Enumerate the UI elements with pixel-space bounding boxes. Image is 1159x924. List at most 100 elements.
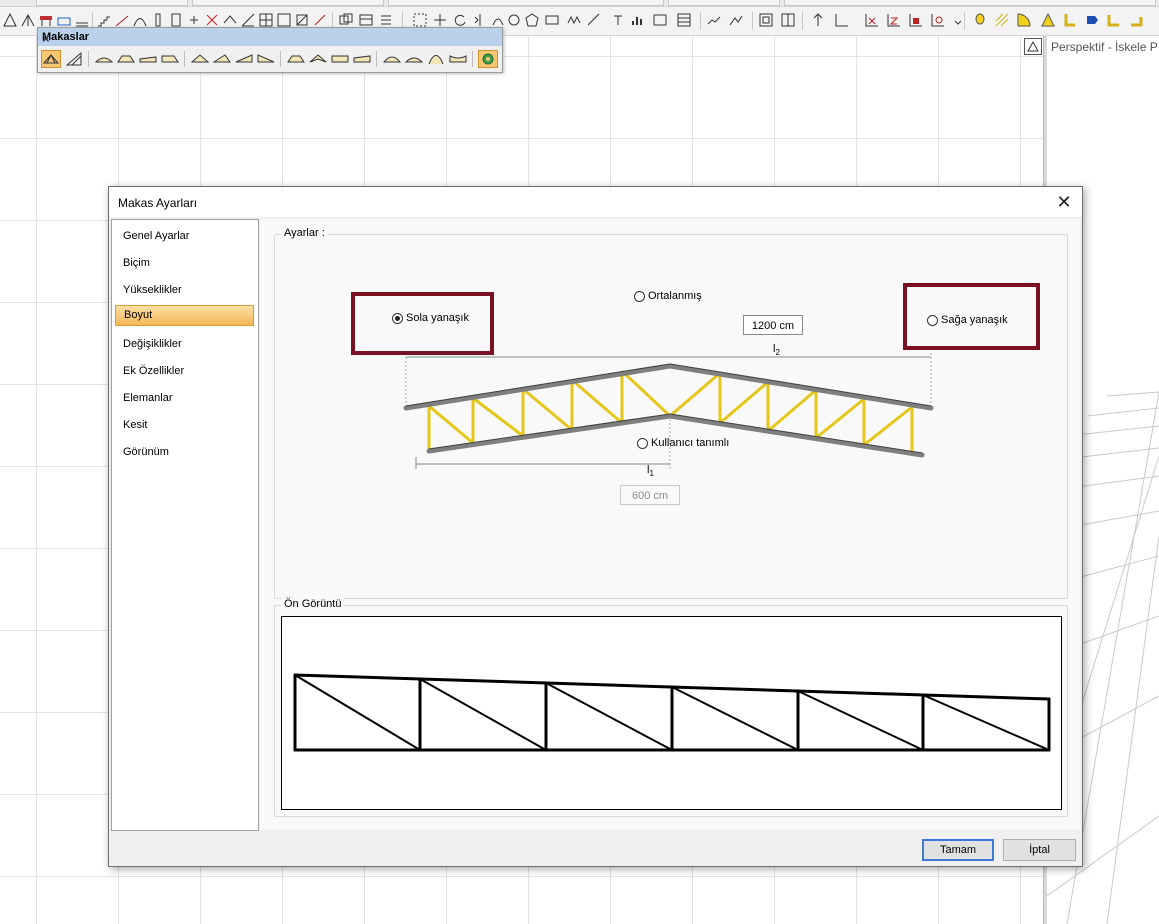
nav-item-yukseklikler[interactable]: Yükseklikler <box>115 280 254 301</box>
select-icon[interactable] <box>412 12 428 28</box>
flag-icon[interactable] <box>1084 12 1100 28</box>
ribbon-tab[interactable] <box>388 0 664 6</box>
kullanici-tanimli-radio[interactable]: Kullanıcı tanımlı <box>637 437 729 449</box>
tamam-button[interactable]: Tamam <box>922 839 994 861</box>
door-tool-icon[interactable] <box>168 12 184 28</box>
truss-type-7-button[interactable] <box>234 50 254 68</box>
arrow-up-icon[interactable] <box>810 12 826 28</box>
saga-yanasik-radio[interactable]: Sağa yanaşık <box>927 314 1008 326</box>
grid-tool-icon[interactable] <box>258 12 274 28</box>
circle-icon[interactable] <box>506 12 522 28</box>
3d-view-icon[interactable] <box>908 12 924 28</box>
polygon-icon[interactable] <box>524 12 540 28</box>
window-frame-icon[interactable] <box>758 12 774 28</box>
mono-truss-button[interactable] <box>64 50 84 68</box>
beam-tool-icon[interactable] <box>38 12 54 28</box>
table-icon[interactable] <box>358 12 374 28</box>
measure-icon[interactable] <box>586 12 602 28</box>
truss-tool-icon[interactable] <box>20 12 36 28</box>
zigzag-icon[interactable] <box>566 12 582 28</box>
profile-icon[interactable] <box>1128 12 1144 28</box>
landscape-icon[interactable] <box>728 12 744 28</box>
quarter-circle-icon[interactable] <box>1016 12 1032 28</box>
truss-shape-icon <box>235 54 253 63</box>
dimension-icon[interactable] <box>652 12 668 28</box>
ribbon-tab[interactable] <box>668 0 780 6</box>
truss-properties-button[interactable] <box>478 50 498 68</box>
nav-item-gorunum[interactable]: Görünüm <box>115 442 254 463</box>
text-tool-icon[interactable] <box>610 12 626 28</box>
ramp-tool-icon[interactable] <box>114 12 130 28</box>
chart-icon[interactable] <box>630 12 646 28</box>
truss-type-11-button[interactable] <box>330 50 350 68</box>
list-icon[interactable] <box>378 12 394 28</box>
warning-icon[interactable] <box>1040 12 1056 28</box>
ribbon-tab[interactable] <box>36 0 188 6</box>
ribbon-tab[interactable] <box>192 0 384 6</box>
nav-item-bicim[interactable]: Biçim <box>115 253 254 274</box>
iptal-button[interactable]: İptal <box>1003 839 1076 861</box>
z-view-icon[interactable] <box>886 12 902 28</box>
toolbar-separator <box>964 12 965 30</box>
truss-type-14-button[interactable] <box>404 50 424 68</box>
brace-tool-icon[interactable] <box>312 12 328 28</box>
panel-tool-icon[interactable] <box>294 12 310 28</box>
dialog-titlebar[interactable]: Makas Ayarları ✕ <box>109 187 1082 217</box>
truss-type-3-button[interactable] <box>138 50 158 68</box>
rotate-icon[interactable] <box>452 12 468 28</box>
dialog-close-button[interactable]: ✕ <box>1054 192 1074 212</box>
l2-length-input[interactable]: 1200 cm <box>743 315 803 335</box>
truss-type-9-button[interactable] <box>286 50 306 68</box>
region-icon[interactable] <box>544 12 560 28</box>
nav-item-ek-ozellikler[interactable]: Ek Özellikler <box>115 361 254 382</box>
angle-tool-icon[interactable] <box>240 12 256 28</box>
nav-item-elemanlar[interactable]: Elemanlar <box>115 388 254 409</box>
triangle-tool-icon[interactable] <box>2 12 18 28</box>
collapse-viewport-button[interactable] <box>1024 38 1042 55</box>
arc-icon[interactable] <box>490 12 506 28</box>
truss-type-2-button[interactable] <box>116 50 136 68</box>
axis-icon[interactable] <box>834 12 850 28</box>
ribbon-tab[interactable] <box>784 0 1156 6</box>
truss-type-4-button[interactable] <box>160 50 180 68</box>
truss-type-6-button[interactable] <box>212 50 232 68</box>
sola-yanasik-radio[interactable]: Sola yanaşık <box>392 312 469 324</box>
hatch-icon[interactable] <box>994 12 1010 28</box>
nav-item-degisiklikler[interactable]: Değişiklikler <box>115 334 254 355</box>
truss-type-12-button[interactable] <box>352 50 372 68</box>
truss-type-5-button[interactable] <box>190 50 210 68</box>
truss-type-1-button[interactable] <box>94 50 114 68</box>
duplicate-icon[interactable] <box>338 12 354 28</box>
terrain-icon[interactable] <box>706 12 722 28</box>
column-tool-icon[interactable] <box>150 12 166 28</box>
truss-settings-button[interactable] <box>41 50 61 68</box>
corner-icon[interactable] <box>1106 12 1122 28</box>
light-bulb-icon[interactable] <box>972 12 988 28</box>
move-icon[interactable] <box>432 12 448 28</box>
truss-type-15-button[interactable] <box>426 50 446 68</box>
ortalanmis-radio[interactable]: Ortalanmış <box>634 290 702 302</box>
cross-tool-icon[interactable] <box>204 12 220 28</box>
mirror-icon[interactable] <box>472 12 488 28</box>
truss-type-13-button[interactable] <box>382 50 402 68</box>
makaslar-close-button[interactable]: × <box>42 31 496 46</box>
wall-tool-icon[interactable] <box>56 12 72 28</box>
slab-tool-icon[interactable] <box>74 12 90 28</box>
window-tool-icon[interactable] <box>186 12 202 28</box>
truss-type-8-button[interactable] <box>256 50 276 68</box>
nav-item-kesit[interactable]: Kesit <box>115 415 254 436</box>
makaslar-titlebar[interactable]: Makaslar × <box>38 28 502 46</box>
section-view-icon[interactable] <box>930 12 946 28</box>
roof-tool-icon[interactable] <box>222 12 238 28</box>
l-profile-icon[interactable] <box>1062 12 1078 28</box>
truss-type-10-button[interactable] <box>308 50 328 68</box>
frame-tool-icon[interactable] <box>276 12 292 28</box>
table-grid-icon[interactable] <box>676 12 692 28</box>
nav-item-genel-ayarlar[interactable]: Genel Ayarlar <box>115 226 254 247</box>
stair-tool-icon[interactable] <box>96 12 112 28</box>
xy-view-icon[interactable] <box>864 12 880 28</box>
truss-type-16-button[interactable] <box>448 50 468 68</box>
layout-icon[interactable] <box>780 12 796 28</box>
nav-item-boyut[interactable]: Boyut <box>115 305 254 326</box>
arch-tool-icon[interactable] <box>132 12 148 28</box>
